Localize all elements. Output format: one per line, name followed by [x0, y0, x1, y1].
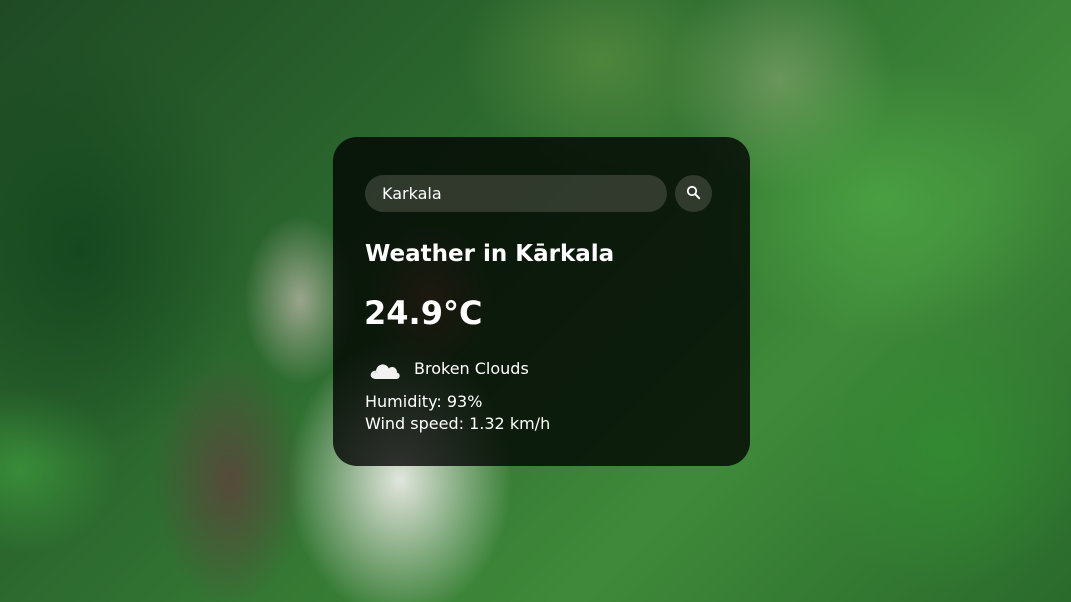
- weather-card: Weather in Kārkala 24.9°C Broken Clouds …: [333, 137, 750, 466]
- city-title: Weather in Kārkala: [365, 241, 615, 267]
- humidity-text: Humidity: 93%: [365, 392, 483, 411]
- search-icon: [686, 185, 701, 200]
- search-bar: [365, 175, 712, 212]
- weather-description: Broken Clouds: [414, 359, 529, 378]
- search-input[interactable]: [365, 175, 667, 212]
- condition-row: Broken Clouds: [365, 354, 715, 384]
- search-button[interactable]: [675, 175, 712, 212]
- wind-speed-text: Wind speed: 1.32 km/h: [365, 414, 551, 433]
- temperature: 24.9°C: [364, 294, 483, 332]
- cloud-icon: [370, 364, 400, 379]
